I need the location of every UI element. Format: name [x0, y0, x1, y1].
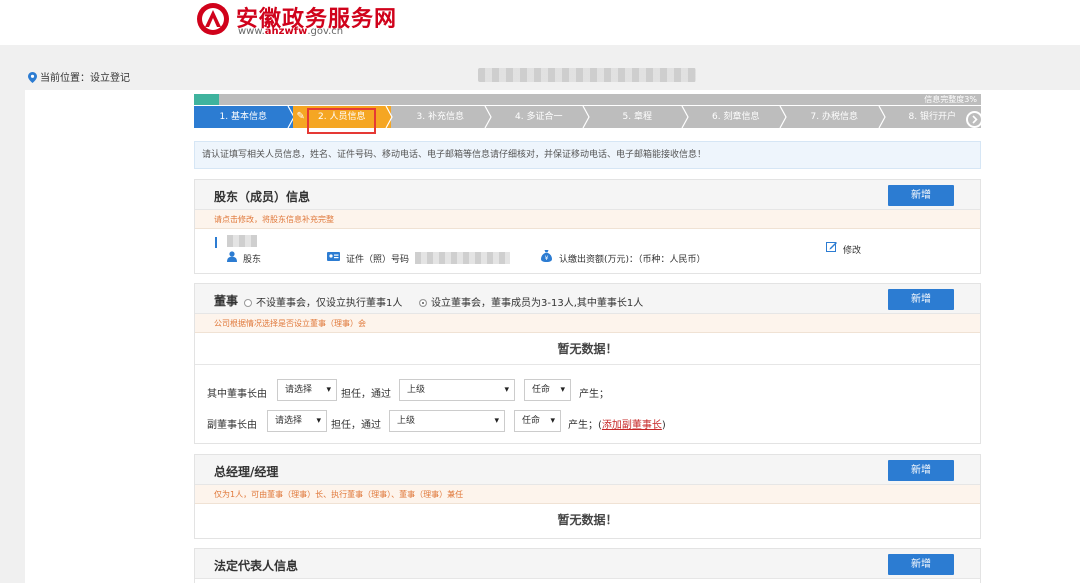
legal-rep-panel: 法定代表人信息 新增 — [194, 548, 981, 583]
location-bar: 当前位置：设立登记 — [0, 62, 1080, 90]
location-pin-icon — [28, 72, 37, 83]
money-bag-icon: ¥ — [541, 250, 552, 262]
shareholder-role: 股东 — [243, 255, 262, 265]
vice-chairman-select[interactable]: 请选择 — [267, 410, 327, 432]
completion-progress-bar: 信息完整度3% — [194, 94, 981, 105]
breadcrumb: 当前位置：设立登记 — [28, 69, 130, 84]
vice-chairman-appoint-select[interactable]: 任命 — [514, 410, 561, 432]
shareholder-panel-header: 股东（成员）信息 新增 — [195, 180, 980, 210]
site-logo-icon — [197, 3, 229, 35]
current-step-highlight — [307, 108, 376, 134]
board-panel-header: 董事 不设董事会，仅设立执行董事1人 设立董事会，董事成员为3-13人,其中董事… — [195, 284, 980, 314]
manager-panel-header: 总经理/经理 新增 — [195, 455, 980, 485]
chairman-select[interactable]: 请选择 — [277, 379, 337, 401]
vice-chairman-prefix: 副董事长由 — [207, 420, 257, 431]
board-panel: 董事 不设董事会，仅设立执行董事1人 设立董事会，董事成员为3-13人,其中董事… — [194, 283, 981, 444]
manager-title: 总经理/经理 — [214, 465, 279, 479]
chairman-prefix: 其中董事长由 — [207, 389, 267, 400]
shareholder-title: 股东（成员）信息 — [214, 190, 311, 204]
progress-text: 信息完整度3% — [924, 95, 977, 104]
step-3[interactable]: 3. 补充信息 — [391, 106, 490, 128]
vice-chairman-produce-text: 产生；(添加副董事长) — [568, 420, 666, 431]
board-option-none[interactable]: 不设董事会，仅设立执行董事1人 — [244, 294, 402, 309]
radio-board-selected[interactable] — [419, 299, 427, 307]
manager-empty-state: 暂无数据！ — [557, 513, 618, 527]
chevron-right-icon — [972, 115, 978, 124]
step-7[interactable]: 7. 办税信息 — [785, 106, 884, 128]
radio-no-board[interactable] — [244, 299, 252, 307]
step-1[interactable]: 1. 基本信息 — [194, 106, 293, 128]
chairman-settings: 其中董事长由 请选择 担任，通过 上级 任命 产生； 副董事长由 请选择 担任，… — [195, 365, 980, 441]
add-vice-chairman-link[interactable]: 添加副董事长 — [602, 420, 662, 431]
chairman-appoint-select[interactable]: 任命 — [524, 379, 571, 401]
add-shareholder-button[interactable]: 新增 — [888, 185, 954, 206]
progress-fill — [194, 94, 219, 105]
legal-rep-title: 法定代表人信息 — [214, 559, 299, 573]
board-title: 董事 — [214, 294, 239, 308]
id-card-icon — [327, 252, 340, 261]
row-marker — [215, 237, 217, 248]
redacted-name — [227, 235, 257, 247]
shareholder-tip: 请点击修改，将股东信息补充完整 — [195, 210, 980, 229]
site-header: 安徽政务服务网 www.ahzwfw.gov.cn — [0, 0, 1080, 45]
board-option-yes[interactable]: 设立董事会，董事成员为3-13人,其中董事长1人 — [419, 294, 643, 309]
board-tip: 公司根据情况选择是否设立董事（理事）会 — [195, 314, 980, 333]
manager-panel: 总经理/经理 新增 仅为1人，可由董事（理事）长、执行董事（理事）、董事（理事）… — [194, 454, 981, 539]
add-manager-button[interactable]: 新增 — [888, 460, 954, 481]
person-icon — [227, 251, 237, 262]
chairman-serve-text: 担任，通过 — [341, 389, 391, 400]
step-4[interactable]: 4. 多证合一 — [490, 106, 589, 128]
manager-tip: 仅为1人，可由董事（理事）长、执行董事（理事）、董事（理事）兼任 — [195, 485, 980, 504]
redacted-company-name — [478, 68, 696, 82]
edit-icon[interactable] — [826, 241, 837, 252]
add-director-button[interactable]: 新增 — [888, 289, 954, 310]
vice-chairman-method-select[interactable]: 上级 — [389, 410, 505, 432]
site-url: www.ahzwfw.gov.cn — [238, 26, 344, 37]
vice-chairman-serve-text: 担任，通过 — [331, 420, 381, 431]
step-6[interactable]: 6. 刻章信息 — [687, 106, 786, 128]
pencil-icon: ✎ — [296, 111, 305, 122]
step-5[interactable]: 5. 章程 — [588, 106, 687, 128]
edit-link[interactable]: 修改 — [843, 243, 861, 256]
add-legal-rep-button[interactable]: 新增 — [888, 554, 954, 575]
notice-banner: 请认证填写相关人员信息，姓名、证件号码、移动电话、电子邮箱等信息请仔细核对，并保… — [194, 141, 981, 169]
chairman-produce-text: 产生； — [579, 389, 609, 400]
shareholder-panel: 股东（成员）信息 新增 请点击修改，将股东信息补充完整 股东 证件（照）号码 ¥… — [194, 179, 981, 274]
shareholder-row[interactable]: 股东 证件（照）号码 ¥ 认缴出资额(万元)：（币种：人民币） 修改 — [195, 229, 980, 273]
board-empty-state: 暂无数据！ — [195, 333, 980, 365]
legal-rep-panel-header: 法定代表人信息 新增 — [195, 549, 980, 579]
board-option-none-label: 不设董事会，仅设立执行董事1人 — [256, 298, 403, 309]
breadcrumb-label: 当前位置：设立登记 — [40, 73, 130, 84]
redacted-id-number — [415, 252, 510, 264]
chairman-method-select[interactable]: 上级 — [399, 379, 515, 401]
capital-label: 认缴出资额(万元)：（币种：人民币） — [559, 255, 706, 265]
svg-text:¥: ¥ — [545, 255, 549, 262]
board-option-yes-label: 设立董事会，董事成员为3-13人,其中董事长1人 — [431, 298, 644, 309]
steps-next-button[interactable] — [966, 111, 983, 128]
id-number-label: 证件（照）号码 — [346, 255, 410, 265]
